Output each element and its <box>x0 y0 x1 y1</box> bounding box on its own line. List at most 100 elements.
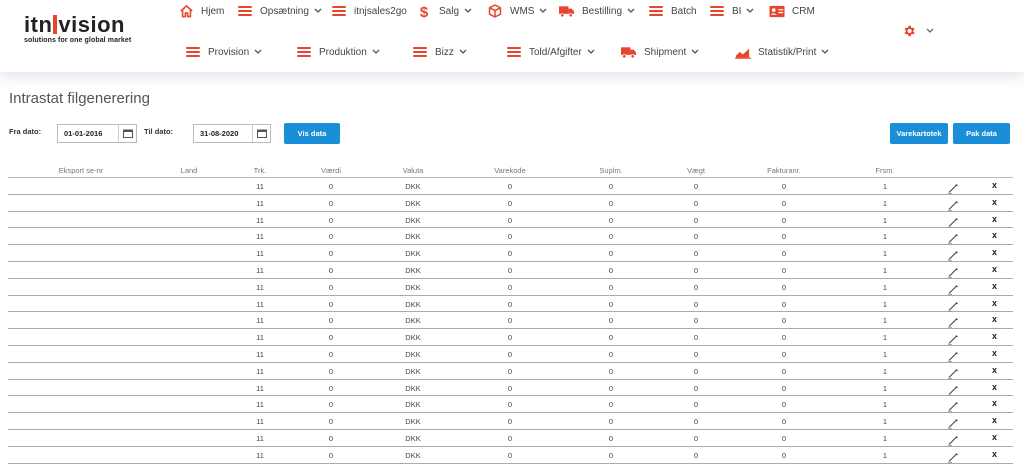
pencil-icon[interactable] <box>947 349 959 362</box>
table-cell: DKK <box>405 417 421 427</box>
company-logo[interactable]: itn vision solutions for one global marke… <box>24 12 132 45</box>
pencil-icon[interactable] <box>947 248 959 262</box>
nav-item-batch[interactable]: Batch <box>648 4 697 18</box>
nav-item-statistik-print[interactable]: Statistik/Print <box>735 45 829 59</box>
table-cell: 0 <box>781 383 787 393</box>
pencil-icon[interactable] <box>947 450 959 463</box>
pencil-icon[interactable] <box>947 366 959 379</box>
settings-menu[interactable] <box>902 24 934 38</box>
pencil-icon[interactable] <box>947 433 959 446</box>
table-cell: 11 <box>256 232 264 242</box>
table-cell: 0 <box>507 232 513 242</box>
varekartotek-button[interactable]: Varekartotek <box>890 123 948 144</box>
delete-icon[interactable]: x <box>992 230 997 240</box>
table-cell: 0 <box>608 433 614 443</box>
nav-item-bestilling[interactable]: Bestilling <box>559 4 635 18</box>
pencil-icon[interactable] <box>947 231 959 245</box>
chevron-down-icon <box>691 49 699 54</box>
table-cell: 0 <box>693 282 699 292</box>
pencil-icon[interactable] <box>947 299 959 312</box>
pencil-icon[interactable] <box>947 215 959 228</box>
delete-icon[interactable]: x <box>992 180 997 190</box>
delete-icon[interactable]: x <box>992 398 997 408</box>
table-cell: 0 <box>328 265 334 275</box>
table-row: 11 0 DKK 0 0 0 0 1 x <box>8 363 1013 380</box>
pencil-icon[interactable] <box>947 332 959 346</box>
delete-icon[interactable]: x <box>992 197 997 207</box>
table-cell: DKK <box>405 450 421 460</box>
home-icon <box>178 4 194 18</box>
show-data-button[interactable]: Vis data <box>284 123 340 144</box>
pencil-icon[interactable] <box>947 181 959 194</box>
delete-icon[interactable]: x <box>992 247 997 257</box>
nav-item-crm[interactable]: CRM <box>769 4 815 18</box>
table-cell: 0 <box>608 366 614 376</box>
table-cell: 0 <box>781 349 787 359</box>
nav-item-salg[interactable]: $ Salg <box>416 4 472 19</box>
nav-item-wms[interactable]: WMS <box>487 4 547 18</box>
from-date-field[interactable]: 01-01-2016 <box>57 124 137 143</box>
calendar-icon[interactable] <box>118 125 136 142</box>
table-cell: 0 <box>507 182 513 191</box>
delete-icon[interactable]: x <box>992 281 997 291</box>
pencil-icon[interactable] <box>947 383 959 396</box>
nav-item-label: WMS <box>510 5 535 17</box>
table-cell: 0 <box>693 299 699 309</box>
pencil-icon[interactable] <box>947 282 959 295</box>
table-cell: 1 <box>882 316 888 326</box>
delete-icon[interactable]: x <box>992 264 997 274</box>
logo-tagline: solutions for one global market <box>24 37 132 44</box>
table-row: 11 0 DKK 0 0 0 0 1 x <box>8 380 1013 397</box>
table-cell: 0 <box>693 198 699 208</box>
table-cell: 11 <box>256 316 264 326</box>
table-row: 11 0 DKK 0 0 0 0 1 x <box>8 296 1013 313</box>
pack-data-button[interactable]: Pak data <box>953 123 1010 144</box>
delete-icon[interactable]: x <box>992 298 997 308</box>
table-cell: 0 <box>781 215 787 225</box>
nav-item-hjem[interactable]: Hjem <box>178 4 224 18</box>
table-cell: 0 <box>608 232 614 242</box>
chevron-down-icon <box>539 8 547 13</box>
delete-icon[interactable]: x <box>992 449 997 459</box>
table-cell: 0 <box>507 383 513 393</box>
calendar-icon[interactable] <box>252 125 270 142</box>
table-cell: 0 <box>693 383 699 393</box>
pencil-icon[interactable] <box>947 399 959 413</box>
nav-item-label: Hjem <box>201 5 225 17</box>
delete-icon[interactable]: x <box>992 365 997 375</box>
table-cell: DKK <box>405 182 421 191</box>
to-date-field[interactable]: 31-08-2020 <box>193 124 271 143</box>
nav-item-bi[interactable]: BI <box>709 4 754 18</box>
nav-item-label: Bestilling <box>582 5 623 17</box>
table-cell: 0 <box>693 400 699 410</box>
delete-icon[interactable]: x <box>992 314 997 324</box>
nav-item-provision[interactable]: Provision <box>185 45 262 59</box>
table-cell: 0 <box>328 417 334 427</box>
delete-icon[interactable]: x <box>992 382 997 392</box>
delete-icon[interactable]: x <box>992 214 997 224</box>
nav-item-label: itnjsales2go <box>354 5 407 17</box>
table-cell: 0 <box>507 299 513 309</box>
delete-icon[interactable]: x <box>992 331 997 341</box>
nav-item-bizz[interactable]: Bizz <box>412 45 467 59</box>
table-cell: 0 <box>608 198 614 208</box>
pencil-icon[interactable] <box>947 416 959 430</box>
delete-icon[interactable]: x <box>992 415 997 425</box>
logo-wordmark: itn vision <box>24 12 125 37</box>
nav-item-shipment[interactable]: Shipment <box>621 45 699 59</box>
nav-item-opsætning[interactable]: Opsætning <box>237 4 322 18</box>
table-cell: 11 <box>256 433 264 443</box>
menu-icon <box>237 4 253 18</box>
table-cell: 0 <box>693 433 699 443</box>
table-cell: 0 <box>328 383 334 393</box>
nav-item-produktion[interactable]: Produktion <box>296 45 380 59</box>
pencil-icon[interactable] <box>947 198 959 211</box>
table-cell: 0 <box>507 450 513 460</box>
nav-item-told-afgifter[interactable]: Told/Afgifter <box>506 45 595 59</box>
nav-item-itnjsales2go[interactable]: itnjsales2go <box>331 4 407 18</box>
pencil-icon[interactable] <box>947 315 959 329</box>
delete-icon[interactable]: x <box>992 432 997 442</box>
delete-icon[interactable]: x <box>992 348 997 358</box>
table-cell: 0 <box>608 349 614 359</box>
pencil-icon[interactable] <box>947 265 959 278</box>
